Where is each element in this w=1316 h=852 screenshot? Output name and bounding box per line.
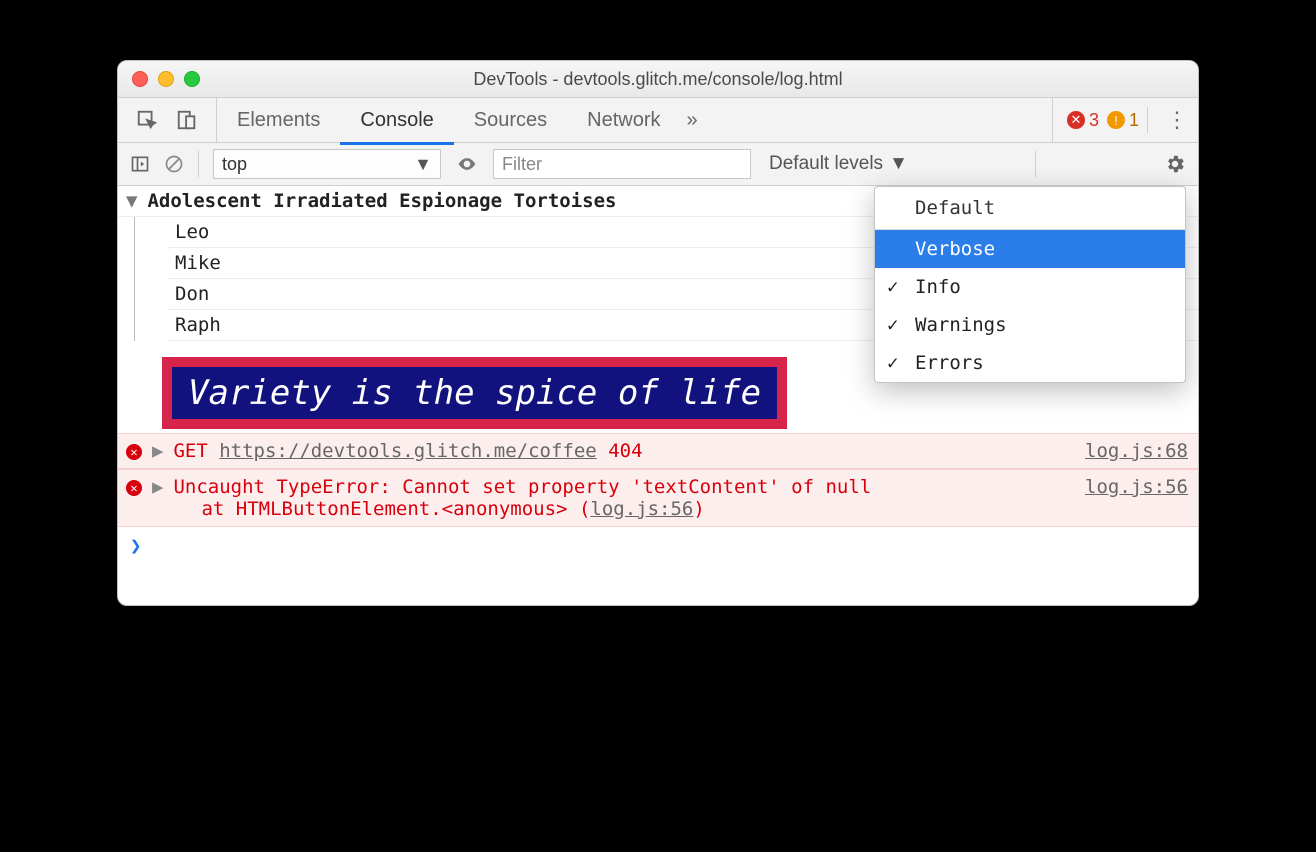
warning-icon: ! [1107,111,1125,129]
menu-item-label: Info [915,276,961,298]
chevron-down-icon: ▼ [889,153,908,175]
console-error-row[interactable]: ✕ ▶ GET https://devtools.glitch.me/coffe… [118,433,1198,469]
titlebar: DevTools - devtools.glitch.me/console/lo… [118,61,1198,98]
panel-tabs: Elements Console Sources Network » ✕ 3 !… [118,98,1198,143]
tab-list: Elements Console Sources Network » [217,98,698,142]
toggle-sidebar-icon[interactable] [130,154,150,174]
stack-frame: at HTMLButtonElement.<anonymous> (log.js… [201,498,704,520]
window-title: DevTools - devtools.glitch.me/console/lo… [118,69,1198,90]
menu-item-label: Warnings [915,314,1007,336]
separator [198,151,199,177]
stack-source-link[interactable]: log.js:56 [590,498,693,520]
error-count-badge[interactable]: ✕ 3 [1067,110,1099,131]
zoom-window-button[interactable] [184,71,200,87]
tab-sources[interactable]: Sources [454,98,567,142]
chevron-down-icon: ▼ [414,154,432,175]
error-icon: ✕ [1067,111,1085,129]
console-settings-gear-icon[interactable] [1164,153,1186,175]
http-method: GET [173,440,207,462]
error-count: 3 [1089,110,1099,131]
warning-count: 1 [1129,110,1139,131]
check-icon: ✓ [887,352,898,374]
stack-suffix: ) [693,498,704,520]
inspect-element-icon[interactable] [136,109,158,131]
styled-log-text: Variety is the spice of life [162,357,787,429]
menu-item-label: Verbose [915,238,995,260]
separator [1147,107,1148,133]
clear-console-icon[interactable] [164,154,184,174]
levels-menu-info[interactable]: ✓ Info [875,268,1185,306]
device-toolbar-icon[interactable] [176,109,198,131]
tab-network[interactable]: Network [567,98,680,142]
devtools-window: DevTools - devtools.glitch.me/console/lo… [117,60,1199,606]
filter-input[interactable]: Filter [493,149,751,179]
more-tabs-button[interactable]: » [687,109,698,132]
context-selector[interactable]: top ▼ [213,149,441,179]
context-label: top [222,154,247,175]
error-icon: ✕ [126,480,142,496]
check-icon: ✓ [887,314,898,336]
levels-menu-warnings[interactable]: ✓ Warnings [875,306,1185,344]
disclosure-triangle-icon: ▶ [152,440,163,462]
http-status: 404 [608,440,642,462]
error-text: Uncaught TypeError: Cannot set property … [173,476,871,498]
settings-kebab-icon[interactable]: ⋮ [1166,107,1188,133]
levels-label: Default levels [769,153,883,175]
warning-count-badge[interactable]: ! 1 [1107,110,1139,131]
minimize-window-button[interactable] [158,71,174,87]
error-url-link[interactable]: https://devtools.glitch.me/coffee [219,440,597,462]
error-message: GET https://devtools.glitch.me/coffee 40… [173,440,642,462]
tab-elements[interactable]: Elements [217,98,340,142]
check-icon: ✓ [887,276,898,298]
error-source-link[interactable]: log.js:56 [1085,476,1188,498]
levels-menu-verbose[interactable]: Verbose [875,230,1185,268]
error-icon: ✕ [126,444,142,460]
traffic-lights [132,71,200,87]
log-levels-menu: Default Verbose ✓ Info ✓ Warnings ✓ Erro… [874,186,1186,383]
menu-item-label: Errors [915,352,984,374]
tab-console[interactable]: Console [340,95,453,145]
log-levels-dropdown[interactable]: Default levels ▼ [769,153,908,175]
levels-menu-errors[interactable]: ✓ Errors [875,344,1185,382]
separator [1035,151,1036,177]
console-toolbar: top ▼ Filter Default levels ▼ [118,143,1198,186]
disclosure-triangle-icon: ▶ [152,476,163,498]
stack-prefix: at HTMLButtonElement.<anonymous> ( [201,498,590,520]
error-message: Uncaught TypeError: Cannot set property … [173,476,871,520]
console-output: Default Verbose ✓ Info ✓ Warnings ✓ Erro… [118,186,1198,605]
error-source-link[interactable]: log.js:68 [1085,440,1188,462]
disclosure-triangle-icon: ▼ [126,190,137,212]
levels-menu-default[interactable]: Default [875,187,1185,230]
filter-placeholder: Filter [502,154,542,175]
group-title: Adolescent Irradiated Espionage Tortoise… [147,190,616,212]
console-error-row[interactable]: ✕ ▶ Uncaught TypeError: Cannot set prope… [118,469,1198,527]
console-prompt[interactable]: ❯ [118,527,1198,565]
close-window-button[interactable] [132,71,148,87]
live-expression-eye-icon[interactable] [455,154,479,174]
